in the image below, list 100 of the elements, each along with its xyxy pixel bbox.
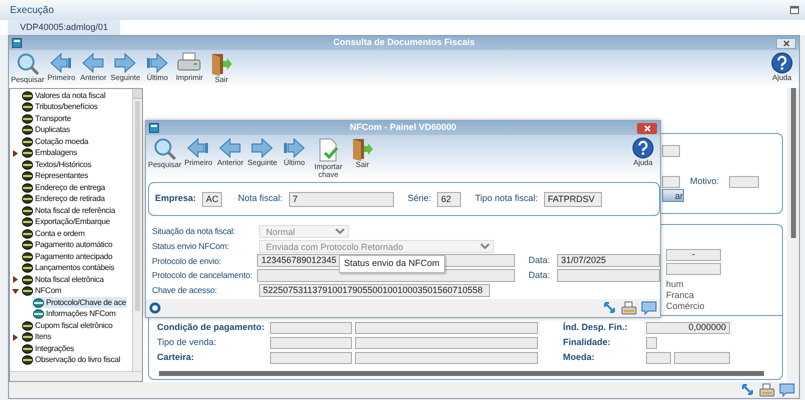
node-icon (22, 90, 33, 101)
text-field[interactable]: - (666, 249, 721, 261)
scrollbar[interactable] (159, 371, 764, 376)
text-field[interactable] (729, 176, 760, 188)
expand-toggle[interactable] (11, 276, 19, 284)
text-field[interactable] (270, 336, 352, 348)
door-icon (209, 52, 234, 76)
left-arrow-icon (81, 52, 106, 74)
text-field[interactable] (662, 176, 680, 188)
node-icon (22, 344, 33, 354)
close-button[interactable] (776, 38, 796, 48)
field-label: Protocolo de envio: (152, 254, 222, 268)
text-field[interactable] (662, 144, 680, 157)
text-field[interactable]: 62 (437, 192, 462, 206)
text-field[interactable] (355, 322, 538, 334)
text-field[interactable] (557, 269, 660, 282)
caret-right-icon (12, 334, 18, 341)
left-arrow-icon (186, 137, 210, 159)
tree-item[interactable]: Duplicatas (21, 124, 71, 136)
search-icon (16, 52, 40, 76)
tree-item[interactable]: Representantes (21, 170, 89, 182)
node-icon (22, 182, 33, 193)
expand-toggle[interactable] (11, 149, 19, 158)
tree-item[interactable]: Tributos/benefícios (21, 102, 99, 113)
node-icon (22, 355, 33, 366)
field-label: Motivo: (690, 175, 720, 188)
tree-item[interactable]: Protocolo/Chave de ace (32, 297, 127, 308)
window-title: Consulta de Documentos Fiscais (333, 37, 475, 48)
expand-toggle[interactable] (11, 287, 19, 296)
field-label: Índ. Desp. Fin.: (563, 320, 628, 334)
caret-right-icon (12, 276, 18, 284)
window-icon (790, 6, 799, 14)
text-field[interactable] (270, 352, 352, 364)
text-field[interactable]: 7 (288, 192, 394, 206)
field-label: Tipo de venda: (157, 336, 218, 349)
node-icon (22, 320, 33, 331)
text-field[interactable] (270, 322, 352, 334)
left-arrow-icon (49, 52, 74, 74)
text-field[interactable] (674, 352, 730, 364)
expand-toggle[interactable] (11, 333, 19, 342)
help-icon (771, 52, 793, 74)
text-field[interactable] (646, 352, 671, 364)
tree-item[interactable]: Informações NFCom (32, 308, 117, 320)
tree-item[interactable]: Nota fiscal eletrônica (21, 274, 105, 286)
text-field[interactable]: FATPRDSV (544, 192, 602, 206)
tree-item[interactable]: Textos/Históricos (21, 159, 92, 170)
tree-item[interactable]: Conta e ordem (21, 228, 86, 240)
tree-item[interactable]: Endereço de retirada (21, 194, 106, 205)
text-field[interactable] (666, 263, 721, 275)
text-field[interactable] (355, 336, 538, 348)
option-label: Comércio (666, 301, 705, 311)
right-arrow-icon (145, 52, 170, 74)
tree-item[interactable]: Pagamento automático (21, 240, 114, 251)
tree-item[interactable]: Nota fiscal de referência (21, 205, 116, 216)
caret-right-icon (12, 150, 18, 157)
window-icon (149, 123, 159, 133)
tree-item[interactable]: NFCom (21, 286, 62, 297)
text-field[interactable]: AC (202, 192, 222, 206)
right-arrow-icon (113, 52, 138, 74)
tree-item[interactable]: Cotação moeda (21, 136, 90, 148)
text-field[interactable]: 31/07/2025 (557, 254, 660, 268)
node-icon (22, 263, 33, 274)
node-icon (22, 332, 33, 342)
tree-item[interactable]: Transporte (21, 113, 72, 124)
chat-icon (641, 301, 657, 315)
window-title: NFCom - Painel VD60000 (350, 122, 456, 132)
tree-item[interactable]: Observação do livro fiscal (21, 354, 122, 366)
tree-item[interactable]: Lançamentos contábeis (21, 262, 116, 274)
tree-item[interactable]: Cupom fiscal eletrônico (21, 320, 114, 332)
text-field[interactable] (355, 352, 538, 364)
text-field[interactable]: 52250753113791001790550010010003501560710558 (259, 284, 490, 298)
tree-item[interactable]: Pagamento antecipado (21, 251, 114, 262)
text-field[interactable] (646, 336, 657, 348)
scrollbar[interactable] (787, 88, 799, 382)
close-button[interactable] (637, 122, 657, 134)
window-icon (12, 38, 22, 48)
node-icon (22, 228, 33, 239)
tree-item[interactable]: Integrações (21, 343, 76, 354)
tree-item[interactable]: Exportação/Embarque (21, 216, 111, 228)
tree-item[interactable]: Valores da nota fiscal (21, 90, 106, 102)
field-label: Chave de acesso: (152, 284, 218, 297)
node-icon (22, 102, 33, 112)
field-label: Moeda: (563, 350, 596, 364)
filter-button[interactable]: ar (662, 188, 684, 202)
tab[interactable]: VDP40005:admlog/01 (8, 20, 120, 35)
tree-item[interactable]: Itens (21, 332, 52, 343)
field-label: Nota fiscal: (238, 192, 283, 206)
resize-arrow-icon (603, 301, 617, 315)
node-icon (22, 206, 33, 216)
right-arrow-icon (282, 137, 306, 159)
tree-item[interactable]: Endereço de entrega (21, 182, 106, 194)
search-icon (152, 137, 177, 161)
node-icon (22, 194, 33, 204)
scrollbar[interactable] (132, 89, 142, 371)
text-field[interactable]: 0,000000 (646, 322, 730, 334)
logo-icon (149, 302, 161, 314)
caret-down-icon (12, 288, 18, 295)
field-label: Situação da nota fiscal: (152, 225, 236, 238)
scrollbar[interactable] (10, 371, 142, 381)
tree-item[interactable]: Embalagens (21, 148, 78, 159)
